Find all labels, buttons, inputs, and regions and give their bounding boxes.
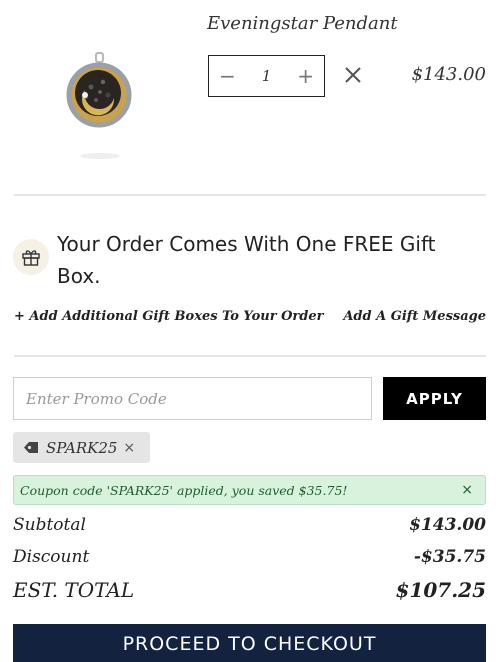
- applied-coupon-chip: SPARK25 ×: [13, 432, 150, 463]
- product-image[interactable]: [58, 50, 142, 162]
- add-gift-message-link[interactable]: Add A Gift Message: [343, 309, 486, 324]
- subtotal-label: Subtotal: [13, 515, 86, 535]
- gift-box-message: Your Order Comes With One FREE Gift Box.: [57, 232, 436, 288]
- divider: [14, 194, 486, 196]
- coupon-success-message: Coupon code 'SPARK25' applied, you saved…: [20, 482, 348, 498]
- coupon-success-banner: Coupon code 'SPARK25' applied, you saved…: [13, 475, 486, 505]
- line-item-price: $143.00: [411, 64, 486, 85]
- quantity-stepper: − 1 +: [208, 55, 325, 97]
- product-name[interactable]: Eveningstar Pendant: [207, 13, 398, 34]
- quantity-value[interactable]: 1: [262, 67, 272, 85]
- subtotal-row: Subtotal $143.00: [13, 515, 486, 535]
- subtotal-value: $143.00: [409, 515, 486, 535]
- quantity-increase-button[interactable]: +: [297, 66, 314, 86]
- total-row: EST. TOTAL $107.25: [13, 578, 486, 602]
- discount-label: Discount: [13, 547, 90, 567]
- quantity-decrease-button[interactable]: −: [219, 66, 236, 86]
- remove-coupon-button[interactable]: ×: [123, 440, 135, 456]
- dismiss-banner-button[interactable]: ×: [461, 482, 473, 498]
- total-label: EST. TOTAL: [13, 578, 135, 602]
- apply-button[interactable]: APPLY: [383, 377, 486, 420]
- discount-row: Discount -$35.75: [13, 547, 486, 567]
- promo-code-input[interactable]: [13, 377, 372, 420]
- add-gift-boxes-link[interactable]: + Add Additional Gift Boxes To Your Orde…: [14, 309, 323, 324]
- remove-item-icon[interactable]: [340, 62, 366, 88]
- pendant-image: [66, 52, 132, 159]
- total-value: $107.25: [395, 578, 486, 602]
- discount-value: -$35.75: [413, 547, 486, 567]
- applied-coupon-code: SPARK25: [46, 438, 118, 457]
- gift-icon: [13, 239, 49, 275]
- checkout-button[interactable]: PROCEED TO CHECKOUT: [13, 624, 486, 662]
- divider: [14, 355, 486, 357]
- tag-icon: [24, 442, 38, 453]
